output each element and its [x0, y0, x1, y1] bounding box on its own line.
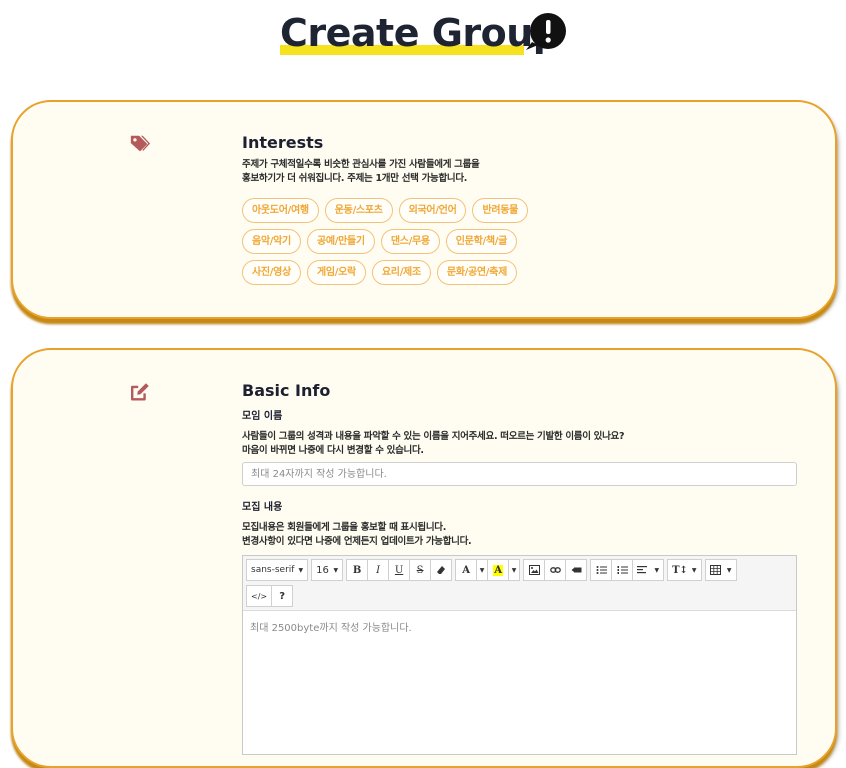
- paragraph-group: ▼: [590, 559, 665, 583]
- interest-chip[interactable]: 댄스/무용: [380, 229, 440, 254]
- interest-chip[interactable]: 반려동물: [472, 198, 529, 223]
- unordered-list-button[interactable]: [590, 559, 613, 581]
- interest-chip[interactable]: 사진/영상: [242, 260, 301, 285]
- exclamation-bubble-icon: [526, 13, 566, 50]
- font-size-dropdown[interactable]: 16 ▼: [311, 559, 344, 581]
- ordered-list-button[interactable]: [611, 559, 634, 581]
- interests-description: 주제가 구체적일수록 비슷한 관심사를 가진 사람들에게 그룹을 홍보하기가 더…: [242, 159, 480, 184]
- insert-group: [523, 559, 588, 583]
- toolbar-row: </> ?: [246, 585, 793, 609]
- interest-chip-list: 아웃도어/여행 운동/스포츠 외국어/언어 반려동물 음악/악기 공예/만들기 …: [242, 198, 542, 285]
- bold-button[interactable]: B: [346, 559, 369, 581]
- recruit-content-description: 모집내용은 회원들에게 그룹을 홍보할 때 표시됩니다. 변경사항이 있다면 나…: [242, 522, 472, 547]
- caret-down-icon: ▼: [479, 566, 485, 574]
- interest-chip[interactable]: 운동/스포츠: [324, 198, 393, 223]
- clear-format-button[interactable]: [430, 559, 453, 581]
- insert-video-button[interactable]: [565, 559, 588, 581]
- section-title: Basic Info: [242, 381, 331, 400]
- interests-card: Interests 주제가 구체적일수록 비슷한 관심사를 가진 사람들에게 그…: [11, 100, 837, 319]
- recruit-content-label: 모집 내용: [242, 502, 283, 513]
- caret-down-icon: ▼: [691, 566, 697, 574]
- caret-down-icon: ▼: [726, 566, 732, 574]
- caret-down-icon: ▼: [298, 566, 304, 574]
- caret-down-icon: ▼: [511, 566, 517, 574]
- group-name-label: 모임 이름: [242, 411, 283, 422]
- highlight-color-dropdown[interactable]: ▼: [508, 559, 521, 581]
- interest-chip[interactable]: 외국어/언어: [398, 198, 467, 223]
- help-button[interactable]: ?: [271, 585, 294, 607]
- line-height-dropdown[interactable]: T↕ ▼: [667, 559, 702, 581]
- basic-info-card: Basic Info 모임 이름 사람들이 그룹의 성격과 내용을 파악할 수 …: [11, 348, 837, 768]
- table-icon: [709, 565, 721, 575]
- rich-text-editor: sans-serif ▼ 16 ▼ B I U S A ▼ A ▼ ▼ T↕ ▼…: [242, 555, 797, 755]
- height-group: T↕ ▼: [667, 559, 702, 583]
- align-left-icon: [637, 566, 648, 574]
- toolbar-row: sans-serif ▼ 16 ▼ B I U S A ▼ A ▼ ▼ T↕ ▼…: [246, 559, 793, 583]
- code-view-button[interactable]: </>: [246, 585, 273, 607]
- editor-content-area[interactable]: 최대 2500byte까지 작성 가능합니다.: [243, 611, 796, 751]
- page-title: Create Group: [280, 11, 560, 55]
- italic-button[interactable]: I: [367, 559, 390, 581]
- interest-chip[interactable]: 인문학/책/글: [445, 229, 517, 254]
- font-color-button[interactable]: A: [455, 559, 478, 581]
- interest-chip[interactable]: 요리/제조: [371, 260, 431, 285]
- insert-image-button[interactable]: [523, 559, 546, 581]
- page-header: Create Group: [280, 10, 566, 60]
- color-group: A ▼ A ▼: [455, 559, 521, 583]
- highlight-color-button[interactable]: A: [487, 559, 510, 581]
- group-name-description: 사람들이 그룹의 성격과 내용을 파악할 수 있는 이름을 지어주세요. 떠오르…: [242, 431, 625, 456]
- link-icon: [549, 567, 561, 573]
- basic-info-content: Basic Info 모임 이름 사람들이 그룹의 성격과 내용을 파악할 수 …: [242, 380, 797, 755]
- interests-content: Interests 주제가 구체적일수록 비슷한 관심사를 가진 사람들에게 그…: [242, 132, 795, 285]
- size-group: 16 ▼: [311, 559, 344, 583]
- underline-button[interactable]: U: [388, 559, 411, 581]
- paragraph-align-dropdown[interactable]: ▼: [632, 559, 665, 581]
- view-group: </> ?: [246, 585, 294, 609]
- strikethrough-button[interactable]: S: [409, 559, 432, 581]
- eraser-icon: [437, 566, 446, 574]
- edit-icon: [131, 383, 149, 401]
- interest-chip[interactable]: 아웃도어/여행: [242, 198, 319, 223]
- font-group: sans-serif ▼: [246, 559, 309, 583]
- style-group: B I U S: [346, 559, 453, 583]
- section-title: Interests: [242, 133, 324, 152]
- font-family-dropdown[interactable]: sans-serif ▼: [246, 559, 309, 581]
- table-group: ▼: [704, 559, 737, 583]
- insert-link-button[interactable]: [544, 559, 567, 581]
- tags-icon: [130, 135, 151, 152]
- interest-chip[interactable]: 문화/공연/축제: [436, 260, 517, 285]
- bullet-list-icon: [596, 566, 607, 574]
- caret-down-icon: ▼: [654, 566, 660, 574]
- line-height-icon: T↕: [672, 564, 688, 576]
- interest-chip[interactable]: 음악/악기: [242, 229, 301, 254]
- video-icon: [571, 567, 582, 573]
- interest-chip[interactable]: 게임/오락: [306, 260, 366, 285]
- interest-chip[interactable]: 공예/만들기: [306, 229, 375, 254]
- group-name-input[interactable]: [242, 462, 797, 486]
- numbered-list-icon: [617, 566, 628, 574]
- insert-table-dropdown[interactable]: ▼: [704, 559, 737, 581]
- editor-toolbar: sans-serif ▼ 16 ▼ B I U S A ▼ A ▼ ▼ T↕ ▼…: [243, 556, 796, 611]
- image-icon: [528, 565, 540, 575]
- caret-down-icon: ▼: [333, 566, 339, 574]
